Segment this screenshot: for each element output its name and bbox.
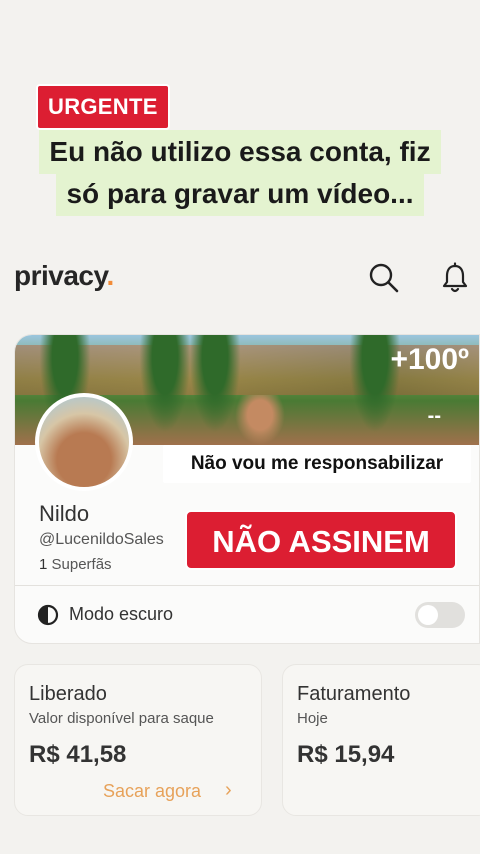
cover-overlay-text: +100º (390, 343, 469, 376)
dark-mode-toggle[interactable] (415, 602, 465, 628)
revenue-title: Faturamento (297, 683, 411, 705)
bell-icon[interactable] (440, 262, 470, 294)
dark-mode-row[interactable]: Modo escuro (35, 600, 465, 630)
released-balance-card: Liberado Valor disponível para saque R$ … (14, 664, 262, 816)
top-bar: privacy. (0, 252, 480, 304)
revenue-value: R$ 15,94 (297, 741, 395, 768)
superfans-count: 1 Superfãs (39, 556, 112, 573)
headline-caption: Eu não utilizo essa conta, fiz só para g… (20, 130, 460, 216)
privacy-logo[interactable]: privacy. (14, 260, 114, 292)
revenue-subtitle: Hoje (297, 710, 328, 727)
revenue-card: Faturamento Hoje R$ 15,94 (282, 664, 480, 816)
cover-dashes: -- (427, 405, 441, 427)
released-subtitle: Valor disponível para saque (29, 710, 214, 727)
profile-card: +100º -- Não vou me responsabilizar Nild… (14, 334, 480, 644)
contrast-icon (37, 604, 59, 626)
headline-line-2: só para gravar um vídeo... (56, 172, 424, 216)
search-icon[interactable] (368, 262, 400, 294)
released-title: Liberado (29, 683, 107, 705)
headline-line-1: Eu não utilizo essa conta, fiz (39, 130, 441, 174)
dark-mode-label: Modo escuro (69, 604, 174, 624)
warning-banner: NÃO ASSINEM (185, 510, 457, 570)
profile-name: Nildo (39, 501, 90, 526)
urgent-badge: URGENTE (36, 84, 170, 130)
withdraw-now-link[interactable]: Sacar agora (103, 781, 201, 802)
profile-handle: @LucenildoSales (39, 531, 164, 548)
released-value: R$ 41,58 (29, 741, 127, 768)
toggle-knob (418, 605, 438, 625)
disclaimer-caption: Não vou me responsabilizar (163, 445, 471, 483)
chevron-right-icon[interactable]: › (225, 779, 232, 802)
divider (15, 585, 479, 586)
avatar[interactable] (35, 393, 133, 491)
logo-dot: . (106, 260, 115, 291)
